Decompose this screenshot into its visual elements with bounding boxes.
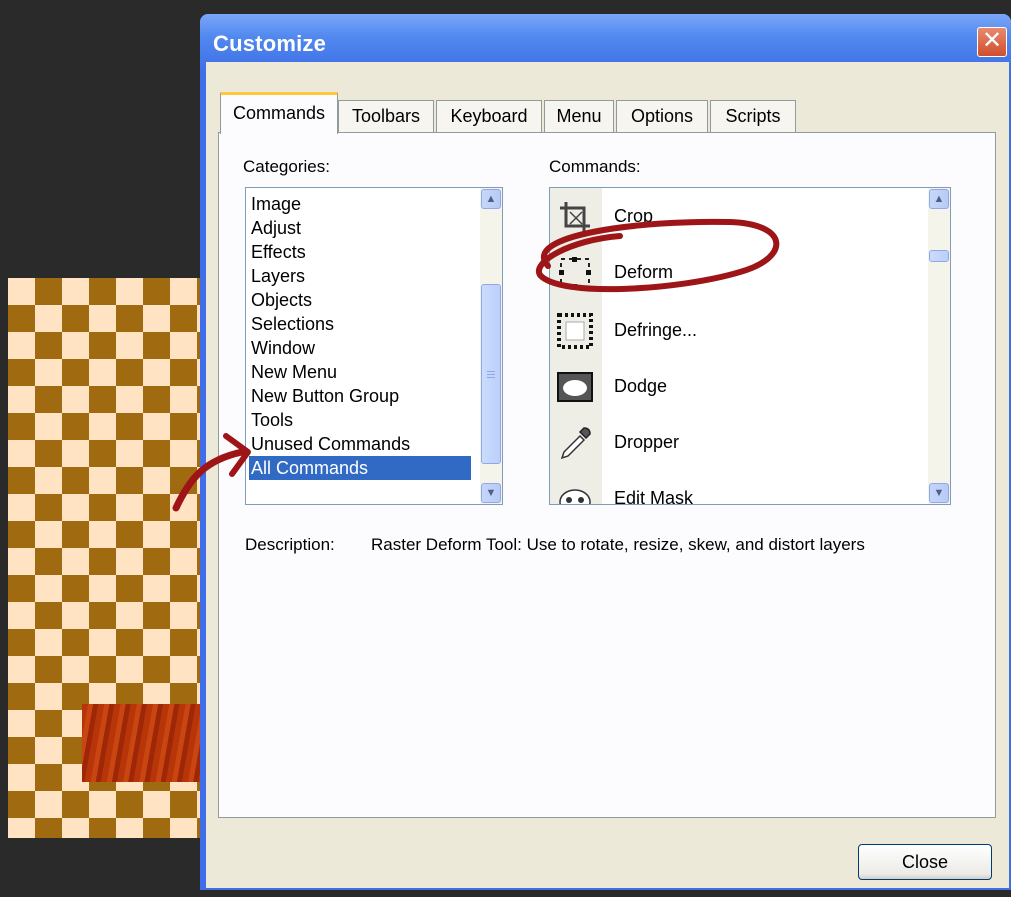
tab-options[interactable]: Options xyxy=(616,100,708,132)
canvas-wood-layer xyxy=(82,704,208,782)
commands-listbox[interactable]: Crop Deform Defringe... Dodge Dropper Ed… xyxy=(549,187,951,505)
deform-icon xyxy=(554,252,596,294)
commands-tab-panel: Categories: Image Adjust Effects Layers … xyxy=(218,132,996,818)
scroll-thumb[interactable] xyxy=(481,284,501,464)
category-item[interactable]: Tools xyxy=(251,408,293,432)
category-item[interactable]: Adjust xyxy=(251,216,301,240)
category-item[interactable]: Objects xyxy=(251,288,312,312)
close-window-button[interactable]: ✕ xyxy=(977,27,1007,57)
category-item[interactable]: New Button Group xyxy=(251,384,399,408)
category-item[interactable]: Effects xyxy=(251,240,306,264)
scroll-up-button[interactable]: ▲ xyxy=(929,189,949,209)
dialog-client-area: Commands Toolbars Keyboard Menu Options … xyxy=(206,62,1009,888)
commands-label: Commands: xyxy=(549,157,641,176)
close-button[interactable]: Close xyxy=(858,844,992,880)
category-item-selected[interactable]: All Commands xyxy=(249,456,471,480)
command-label: Edit Mask xyxy=(614,488,694,505)
command-row[interactable]: Dodge xyxy=(550,360,920,416)
category-item[interactable]: Selections xyxy=(251,312,334,336)
category-item[interactable]: Unused Commands xyxy=(251,432,410,456)
defringe-icon xyxy=(554,310,596,352)
command-label: Crop xyxy=(614,206,654,226)
categories-listbox[interactable]: Image Adjust Effects Layers Objects Sele… xyxy=(245,187,503,505)
description-label: Description: xyxy=(245,535,335,554)
commands-scrollbar[interactable]: ▲ ▼ xyxy=(928,188,950,504)
scroll-up-button[interactable]: ▲ xyxy=(481,189,501,209)
command-label: Dodge xyxy=(614,376,668,396)
tab-toolbars[interactable]: Toolbars xyxy=(338,100,434,132)
command-label: Dropper xyxy=(614,432,680,452)
tab-menu[interactable]: Menu xyxy=(544,100,614,132)
category-item[interactable]: Window xyxy=(251,336,315,360)
command-row[interactable]: Defringe... xyxy=(550,304,920,360)
scroll-down-button[interactable]: ▼ xyxy=(929,483,949,503)
scroll-down-button[interactable]: ▼ xyxy=(481,483,501,503)
command-label: Deform xyxy=(614,262,674,282)
dodge-icon xyxy=(554,366,596,408)
customize-dialog: Customize ✕ Commands Toolbars Keyboard M… xyxy=(200,14,1011,890)
tab-scripts[interactable]: Scripts xyxy=(710,100,796,132)
tab-keyboard[interactable]: Keyboard xyxy=(436,100,542,132)
edit-mask-icon xyxy=(554,478,596,504)
tab-commands[interactable]: Commands xyxy=(220,92,338,134)
category-item[interactable]: Image xyxy=(251,192,301,216)
scroll-thumb[interactable] xyxy=(929,250,949,262)
command-row[interactable]: Deform xyxy=(550,246,920,302)
command-row[interactable]: Dropper xyxy=(550,416,920,472)
category-item[interactable]: New Menu xyxy=(251,360,337,384)
command-row[interactable]: Edit Mask xyxy=(550,472,920,505)
dropper-icon xyxy=(554,422,596,464)
categories-label: Categories: xyxy=(243,157,330,176)
close-icon: ✕ xyxy=(981,27,1003,54)
categories-scrollbar[interactable]: ▲ ▼ xyxy=(480,188,502,504)
command-label: Defringe... xyxy=(614,320,698,340)
crop-icon xyxy=(554,196,596,238)
command-row[interactable]: Crop xyxy=(550,190,920,246)
category-item[interactable]: Layers xyxy=(251,264,305,288)
window-title: Customize xyxy=(213,31,327,56)
description-text: Raster Deform Tool: Use to rotate, resiz… xyxy=(371,535,865,554)
